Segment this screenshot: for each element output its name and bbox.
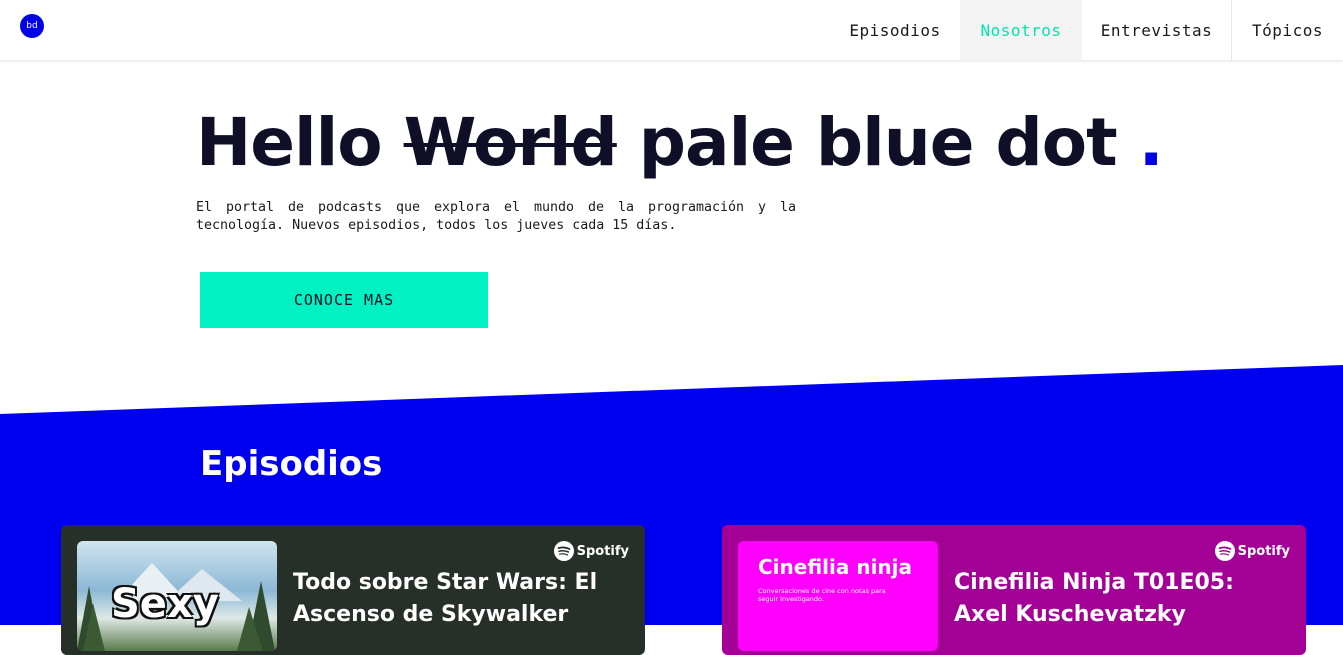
hero-title-dot: . [1138,104,1164,181]
thumbnail-subtitle: Conversaciones de cine con notas para se… [758,587,886,603]
nav-item-episodios[interactable]: Episodios [830,0,960,60]
episode-thumbnail: Cinefilia ninja Conversaciones de cine c… [738,541,938,651]
episode-thumbnail: Sexy [77,541,277,651]
main-nav: Episodios Nosotros Entrevistas Tópicos [830,0,1343,60]
spotify-icon [553,541,574,561]
logo[interactable]: bd [20,14,44,38]
spotify-badge[interactable]: Spotify [1214,541,1290,561]
hero-title-rest: pale blue dot [638,104,1118,181]
episode-card[interactable]: Sexy Spotify Todo sobre Star Wars: El As… [61,525,645,655]
episode-card[interactable]: Cinefilia ninja Conversaciones de cine c… [722,525,1306,655]
site-header: bd Episodios Nosotros Entrevistas Tópico… [0,0,1343,60]
hero-title-struck-word: World [403,104,618,181]
thumbnail-title: Sexy [111,581,219,627]
nav-item-nosotros[interactable]: Nosotros [960,0,1082,60]
hero-title-hello: Hello [196,104,383,181]
spotify-label: Spotify [1237,543,1290,559]
spotify-badge[interactable]: Spotify [553,541,629,561]
spotify-icon [1214,541,1235,561]
hero-title: Hello World pale blue dot . [196,104,1164,181]
conoce-mas-button[interactable]: CONOCE MAS [200,272,488,328]
nav-item-entrevistas[interactable]: Entrevistas [1082,0,1232,60]
episode-title[interactable]: Todo sobre Star Wars: El Ascenso de Skyw… [293,567,613,631]
episode-title[interactable]: Cinefilia Ninja T01E05: Axel Kuschevatzk… [954,567,1274,631]
hero-description: El portal de podcasts que explora el mun… [196,200,796,233]
episodes-section-title: Episodios [200,444,383,484]
nav-item-topicos[interactable]: Tópicos [1232,0,1343,60]
thumbnail-title: Cinefilia ninja [758,555,913,579]
spotify-label: Spotify [576,543,629,559]
